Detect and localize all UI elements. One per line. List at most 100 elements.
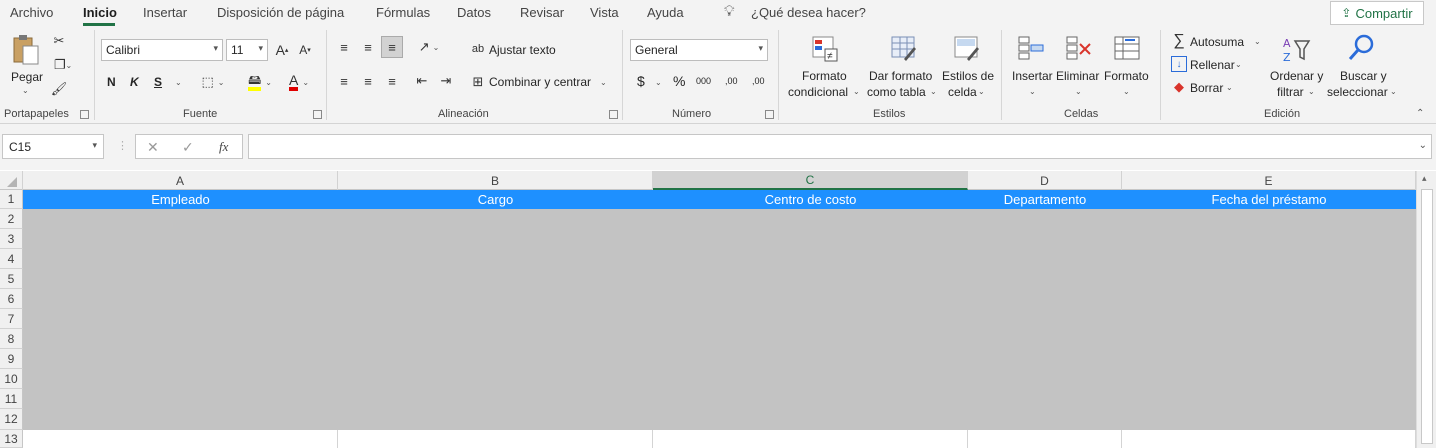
scroll-up-icon[interactable]: ▴ <box>1422 173 1427 184</box>
increase-decimal-button[interactable]: ,00 <box>725 76 738 86</box>
fill-button[interactable]: Rellenar <box>1190 58 1235 72</box>
fill-icon[interactable]: ↓ <box>1171 56 1187 72</box>
delete-cells-button[interactable]: Eliminar <box>1056 68 1099 84</box>
cell-c13[interactable] <box>653 430 968 448</box>
row-header-4[interactable]: 4 <box>0 249 23 269</box>
autosum-icon[interactable]: ∑ <box>1171 32 1187 50</box>
insert-function-icon[interactable]: fx <box>219 139 228 155</box>
currency-button[interactable]: $ <box>637 73 645 89</box>
cell-a13[interactable] <box>23 430 338 448</box>
clear-button[interactable]: Borrar <box>1190 81 1223 95</box>
align-right-icon[interactable]: ≡ <box>383 72 401 90</box>
cell-d13[interactable] <box>968 430 1122 448</box>
format-as-table-label-1[interactable]: Dar formato <box>869 68 932 84</box>
row-header-12[interactable]: 12 <box>0 409 23 430</box>
orientation-icon[interactable]: ↗ ⌄ <box>413 38 445 56</box>
sort-filter-icon[interactable]: AZ <box>1280 34 1312 64</box>
cell-styles-label-1[interactable]: Estilos de <box>942 68 994 84</box>
scrollbar-thumb[interactable] <box>1421 189 1433 444</box>
number-format-combo[interactable]: General ▾ <box>630 39 768 61</box>
find-select-label-1[interactable]: Buscar y <box>1340 68 1387 84</box>
cell-e13[interactable] <box>1122 430 1416 448</box>
format-as-table-dropdown-icon[interactable]: ⌄ <box>930 87 937 96</box>
collapse-ribbon-icon[interactable]: ⌃ <box>1416 108 1424 119</box>
row-header-7[interactable]: 7 <box>0 309 23 329</box>
insert-cells-icon[interactable] <box>1016 34 1046 62</box>
chevron-down-icon[interactable]: ▾ <box>92 140 97 151</box>
cell-c1[interactable]: Centro de costo <box>653 190 968 209</box>
borders-icon[interactable]: ⬚ ⌄ <box>197 73 229 91</box>
thousands-button[interactable]: 000 <box>696 76 711 86</box>
column-header-b[interactable]: B <box>338 171 653 190</box>
row-header-10[interactable]: 10 <box>0 369 23 389</box>
menu-formulas[interactable]: Fórmulas <box>376 5 430 20</box>
font-size-combo[interactable]: 11 ▾ <box>226 39 268 61</box>
menu-insertar[interactable]: Insertar <box>143 5 187 20</box>
underline-dropdown-icon[interactable]: ⌄ <box>175 78 182 87</box>
sort-filter-label-2[interactable]: filtrar <box>1277 84 1304 100</box>
gray-filled-range[interactable] <box>23 209 1416 430</box>
fill-color-icon[interactable]: 🖴︎ ⌄ <box>243 71 277 93</box>
cell-b1[interactable]: Cargo <box>338 190 653 209</box>
cell-styles-icon[interactable] <box>952 34 982 64</box>
row-header-2[interactable]: 2 <box>0 209 23 229</box>
sort-filter-label-1[interactable]: Ordenar y <box>1270 68 1323 84</box>
expand-formula-icon[interactable]: ⌄ <box>1419 140 1427 151</box>
delete-dropdown-icon[interactable]: ⌄ <box>1075 87 1082 96</box>
format-cells-icon[interactable] <box>1112 34 1142 62</box>
clear-dropdown-icon[interactable]: ⌄ <box>1226 83 1233 92</box>
cell-d1[interactable]: Departamento <box>968 190 1122 209</box>
formula-input[interactable]: ⌄ <box>248 134 1432 159</box>
increase-font-icon[interactable]: A ▴ <box>274 40 290 60</box>
format-cells-button[interactable]: Formato <box>1104 68 1149 84</box>
find-select-icon[interactable] <box>1346 32 1378 64</box>
paste-label[interactable]: Pegar <box>11 70 43 84</box>
menu-ayuda[interactable]: Ayuda <box>647 5 684 20</box>
align-top-icon[interactable]: ≡ <box>335 38 353 56</box>
delete-cells-icon[interactable] <box>1064 34 1094 62</box>
name-box[interactable]: C15 ▾ <box>2 134 104 159</box>
numero-launcher-icon[interactable] <box>765 110 774 119</box>
percent-button[interactable]: % <box>673 73 685 89</box>
wrap-text-button[interactable]: Ajustar texto <box>489 43 556 57</box>
cell-styles-label-2[interactable]: celda <box>948 84 977 100</box>
column-header-a[interactable]: A <box>23 171 338 190</box>
conditional-format-label-1[interactable]: Formato <box>802 68 847 84</box>
underline-button[interactable]: S <box>154 75 162 89</box>
cell-e1[interactable]: Fecha del préstamo <box>1122 190 1416 209</box>
align-middle-icon[interactable]: ≡ <box>359 38 377 56</box>
column-header-c[interactable]: C <box>653 171 968 190</box>
autosum-button[interactable]: Autosuma <box>1190 35 1244 49</box>
menu-revisar[interactable]: Revisar <box>520 5 564 20</box>
eraser-icon[interactable]: ◆ <box>1171 79 1187 95</box>
more-options-icon[interactable]: ⋮ <box>117 139 128 152</box>
align-left-icon[interactable]: ≡ <box>335 72 353 90</box>
row-header-3[interactable]: 3 <box>0 229 23 249</box>
row-header-13[interactable]: 13 <box>0 430 23 448</box>
autosum-dropdown-icon[interactable]: ⌄ <box>1254 37 1261 46</box>
paste-icon[interactable] <box>10 34 42 66</box>
portapapeles-launcher-icon[interactable] <box>80 110 89 119</box>
increase-indent-icon[interactable]: ⇥ <box>437 72 455 90</box>
menu-datos[interactable]: Datos <box>457 5 491 20</box>
vertical-scrollbar[interactable]: ▴ <box>1416 171 1436 448</box>
italic-button[interactable]: K <box>130 75 139 89</box>
row-header-6[interactable]: 6 <box>0 289 23 309</box>
align-bottom-icon[interactable]: ≡ <box>381 36 403 58</box>
share-button[interactable]: ⇪ Compartir <box>1330 1 1424 25</box>
merge-center-icon[interactable]: ⊞ <box>470 74 486 90</box>
find-select-label-2[interactable]: seleccionar <box>1327 84 1388 100</box>
paste-dropdown-icon[interactable]: ⌄ <box>22 86 29 95</box>
row-header-1[interactable]: 1 <box>0 190 23 209</box>
conditional-format-icon[interactable]: ≠ <box>810 34 840 64</box>
cell-b13[interactable] <box>338 430 653 448</box>
tell-me-box[interactable]: ¿Qué desea hacer? <box>751 5 866 20</box>
merge-center-button[interactable]: Combinar y centrar <box>489 75 591 89</box>
merge-dropdown-icon[interactable]: ⌄ <box>600 78 607 87</box>
alineacion-launcher-icon[interactable] <box>609 110 618 119</box>
conditional-format-label-2[interactable]: condicional <box>788 84 848 100</box>
menu-vista[interactable]: Vista <box>590 5 619 20</box>
fuente-launcher-icon[interactable] <box>313 110 322 119</box>
copy-icon[interactable]: ❐ ⌄ <box>50 56 76 74</box>
align-center-icon[interactable]: ≡ <box>359 72 377 90</box>
